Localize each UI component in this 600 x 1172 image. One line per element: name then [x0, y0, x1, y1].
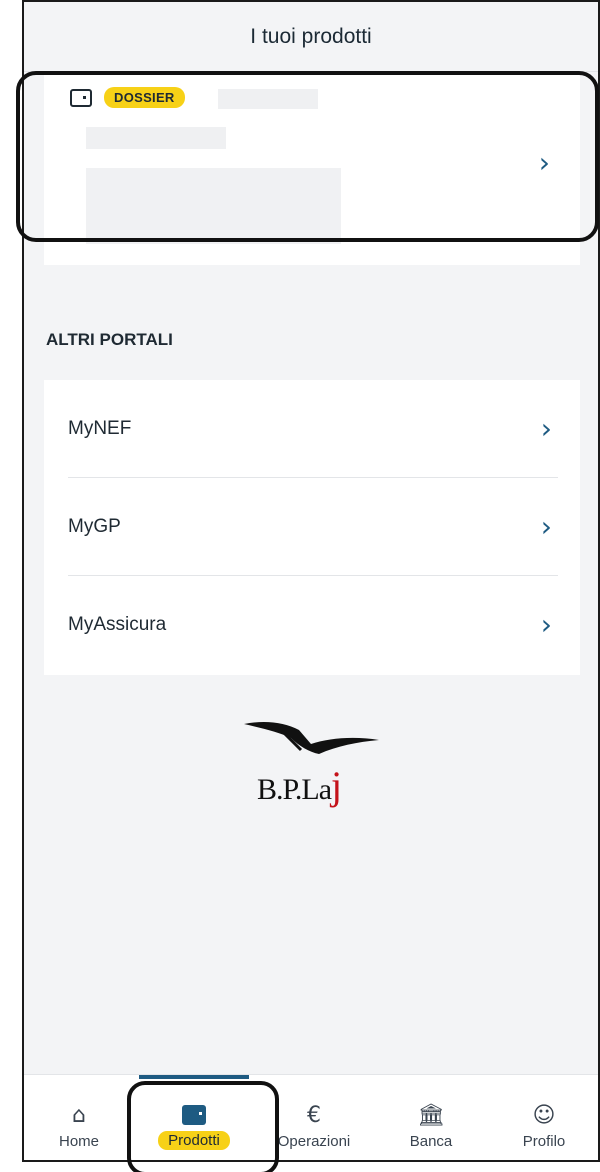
- euro-icon: €: [307, 1103, 321, 1128]
- dossier-product-card[interactable]: DOSSIER ›: [44, 72, 580, 265]
- home-icon: ⌂: [72, 1103, 86, 1128]
- nav-item-profilo[interactable]: ☺ Profilo: [489, 1075, 598, 1160]
- nav-label: Operazioni: [277, 1133, 351, 1150]
- profile-icon: ☺: [532, 1103, 556, 1128]
- logo-text: B.P.Laj: [257, 762, 342, 809]
- wallet-icon: [182, 1105, 206, 1125]
- nav-item-prodotti[interactable]: Prodotti: [139, 1075, 249, 1160]
- portals-list: MyNEF › MyGP › MyAssicura ›: [44, 380, 580, 675]
- header: I tuoi prodotti: [24, 2, 598, 72]
- loading-placeholder: [218, 89, 318, 109]
- product-card-header: DOSSIER: [70, 87, 185, 108]
- logo-wordmark: B.P.La: [257, 773, 332, 806]
- list-item-label: MyGP: [68, 515, 121, 537]
- chevron-right-icon: ›: [540, 608, 552, 641]
- active-tab-indicator: [139, 1075, 249, 1079]
- list-item-myassicura[interactable]: MyAssicura ›: [68, 576, 558, 673]
- chevron-right-icon: ›: [540, 412, 552, 445]
- list-item-mygp[interactable]: MyGP ›: [68, 478, 558, 575]
- nav-label: Prodotti: [158, 1131, 230, 1150]
- list-item-label: MyAssicura: [68, 613, 167, 635]
- nav-item-operazioni[interactable]: € Operazioni: [259, 1075, 369, 1160]
- nav-label: Banca: [409, 1133, 453, 1150]
- nav-label: Profilo: [522, 1133, 566, 1150]
- logo-bird-mark: [244, 722, 379, 754]
- chevron-right-icon: ›: [540, 510, 552, 543]
- logo-accent: j: [331, 763, 342, 808]
- chevron-right-icon[interactable]: ›: [539, 146, 550, 179]
- page-title: I tuoi prodotti: [250, 24, 372, 48]
- list-item-mynef[interactable]: MyNEF ›: [68, 380, 558, 477]
- bank-logo: B.P.Laj: [239, 710, 384, 840]
- bottom-navigation: ⌂ Home Prodotti € Operazioni 🏛 Banca ☺ P…: [24, 1074, 598, 1160]
- loading-placeholder: [86, 168, 341, 244]
- section-title-altri-portali: ALTRI PORTALI: [46, 330, 173, 349]
- bank-icon: 🏛: [417, 1103, 445, 1128]
- list-item-label: MyNEF: [68, 417, 132, 439]
- loading-placeholder: [86, 127, 226, 149]
- nav-label: Home: [58, 1133, 99, 1150]
- dossier-badge: DOSSIER: [104, 87, 185, 108]
- app-screen: I tuoi prodotti DOSSIER › ALTRI PORTALI …: [22, 0, 600, 1162]
- nav-item-home[interactable]: ⌂ Home: [24, 1075, 134, 1160]
- wallet-icon: [70, 88, 92, 107]
- nav-item-banca[interactable]: 🏛 Banca: [376, 1075, 486, 1160]
